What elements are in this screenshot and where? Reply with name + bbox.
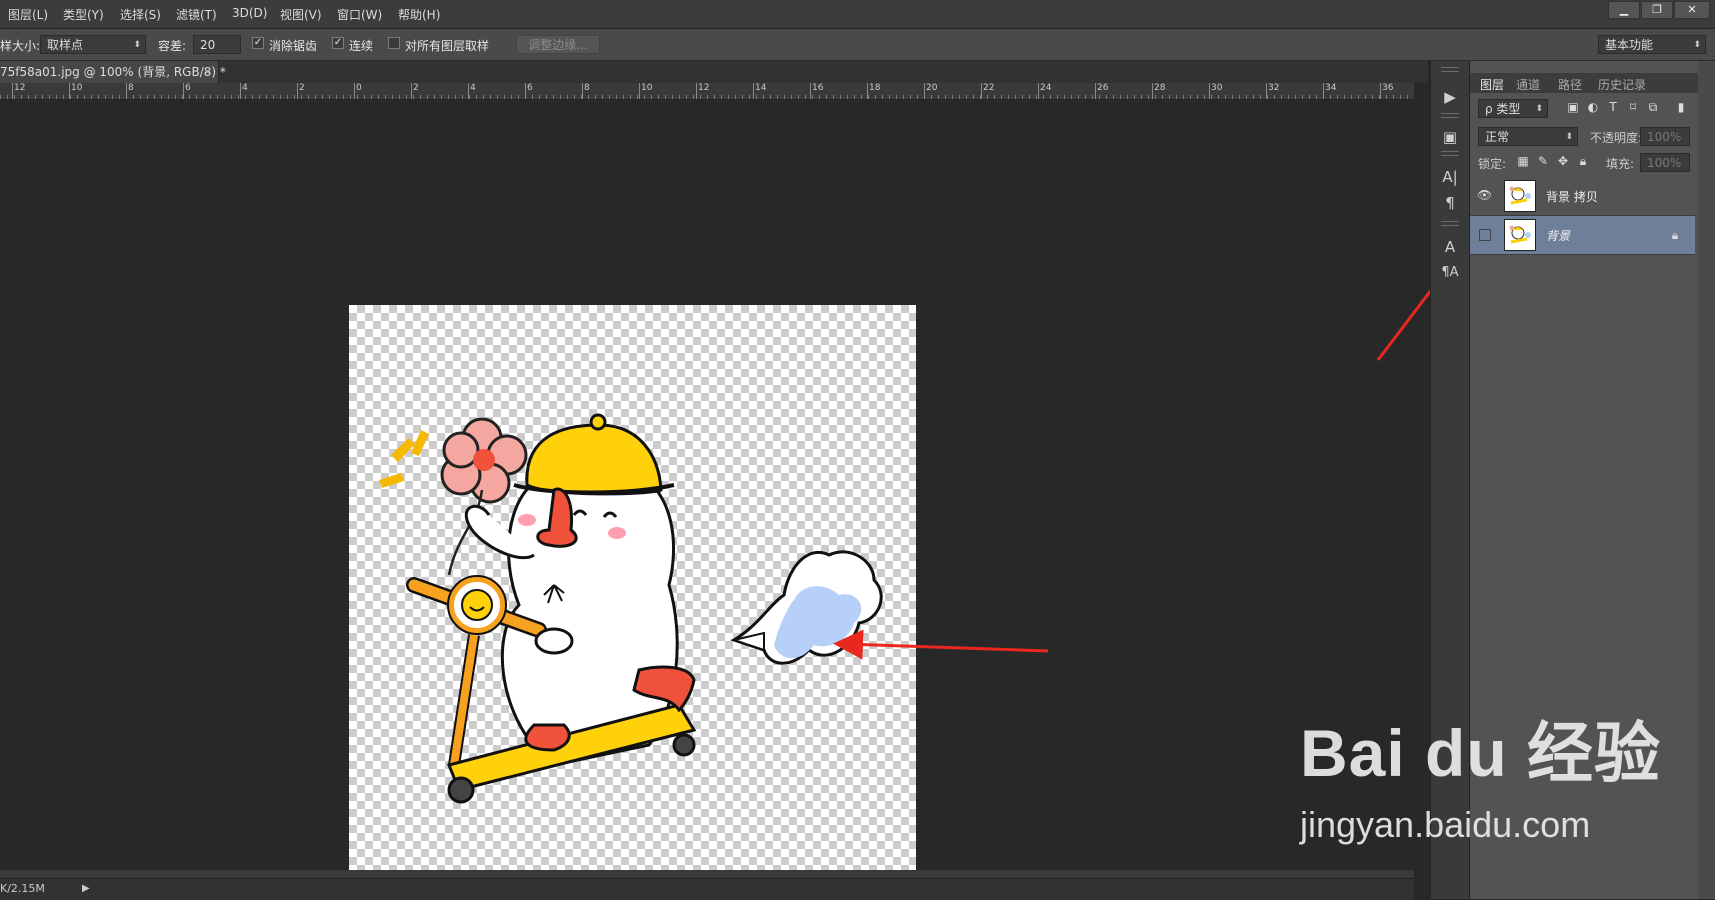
tab-channels[interactable]: 通道 [1516, 76, 1540, 93]
lock-pixels-icon[interactable]: ✎ [1536, 154, 1550, 168]
dock-grip[interactable] [1441, 221, 1459, 226]
dock-grip[interactable] [1441, 151, 1459, 156]
paragraph-icon[interactable]: ¶ [1431, 191, 1469, 215]
blend-row: 正常 ⬍ 不透明度: 100% [1470, 123, 1715, 149]
fill-value: 100% [1647, 156, 1682, 170]
select-arrow-icon: ⬍ [1565, 132, 1573, 142]
lock-all-icon[interactable]: 🔒︎ [1576, 154, 1590, 168]
baidu-watermark: Bai du 经验 jingyan.baidu.com [1300, 700, 1715, 870]
lock-transparent-icon[interactable]: ▦ [1516, 154, 1530, 168]
filter-toggle-icon[interactable]: ▮ [1674, 100, 1688, 114]
layer-filter-row: ρ 类型 ⬍ ▣ ◐ T ⌑ ⧉ ▮ [1470, 95, 1715, 121]
arrow-to-canvas [833, 629, 1049, 660]
tab-layers[interactable]: 图层 [1480, 76, 1504, 93]
layer-name: 背景 拷贝 [1546, 190, 1598, 204]
layer-name: 背景 [1546, 229, 1571, 243]
type-filter-icon[interactable]: T [1606, 100, 1620, 114]
blend-mode-select[interactable]: 正常 ⬍ [1478, 127, 1578, 146]
fill-label: 填充: [1606, 157, 1635, 171]
watermark-url: jingyan.baidu.com [1300, 804, 1591, 845]
status-bar: K/2.15M ▶ [0, 878, 1414, 900]
fill-input[interactable]: 100% [1640, 153, 1690, 172]
horizontal-scrollbar[interactable] [0, 870, 1414, 878]
opacity-label: 不透明度: [1590, 131, 1643, 145]
dock-grip[interactable] [1441, 113, 1459, 118]
dock-grip[interactable] [1441, 67, 1459, 72]
blend-mode-value: 正常 [1485, 130, 1510, 144]
opacity-input[interactable]: 100% [1640, 127, 1690, 146]
brush-settings-icon[interactable]: ▣ [1431, 125, 1469, 149]
tab-history[interactable]: 历史记录 [1598, 76, 1646, 93]
play-icon[interactable]: ▶ [1431, 85, 1469, 109]
layer-row-background[interactable]: 背景 🔒︎ [1470, 216, 1695, 255]
visibility-toggle-empty[interactable] [1479, 229, 1491, 241]
select-arrow-icon: ⬍ [1535, 104, 1543, 114]
doc-size-text: K/2.15M [0, 882, 45, 895]
panel-tabs: 图层 通道 路径 历史记录 [1470, 73, 1715, 93]
status-menu-icon[interactable]: ▶ [82, 883, 90, 894]
paragraph-style-icon[interactable]: ¶A [1431, 261, 1469, 285]
visibility-eye-icon[interactable]: 👁︎ [1477, 188, 1492, 202]
tab-paths[interactable]: 路径 [1558, 76, 1582, 93]
layer-filter-select[interactable]: ρ 类型 ⬍ [1478, 99, 1548, 118]
layer-lock-icon: 🔒︎ [1671, 228, 1679, 242]
lock-position-icon[interactable]: ✥ [1556, 154, 1570, 168]
layer-thumbnail-preview [1509, 225, 1531, 244]
smart-object-filter-icon[interactable]: ⧉ [1646, 100, 1660, 114]
adjustment-filter-icon[interactable]: ◐ [1586, 100, 1600, 114]
layer-row-background-copy[interactable]: 👁︎ 背景 拷贝 [1470, 177, 1695, 216]
lock-label: 锁定: [1478, 157, 1507, 171]
pixel-filter-icon[interactable]: ▣ [1566, 100, 1580, 114]
opacity-value: 100% [1647, 130, 1682, 144]
baidu-logo: Bai du 经验 [1300, 716, 1662, 790]
layer-filter-value: ρ 类型 [1485, 102, 1521, 116]
layer-thumbnail-preview [1509, 186, 1531, 205]
layer-thumbnail [1504, 219, 1536, 251]
character-icon[interactable]: A| [1431, 165, 1469, 189]
layer-thumbnail [1504, 180, 1536, 212]
shape-filter-icon[interactable]: ⌑ [1626, 100, 1640, 114]
lock-row: 锁定: ▦ ✎ ✥ 🔒︎ 填充: 100% [1470, 149, 1715, 175]
character-style-icon[interactable]: A [1431, 235, 1469, 259]
